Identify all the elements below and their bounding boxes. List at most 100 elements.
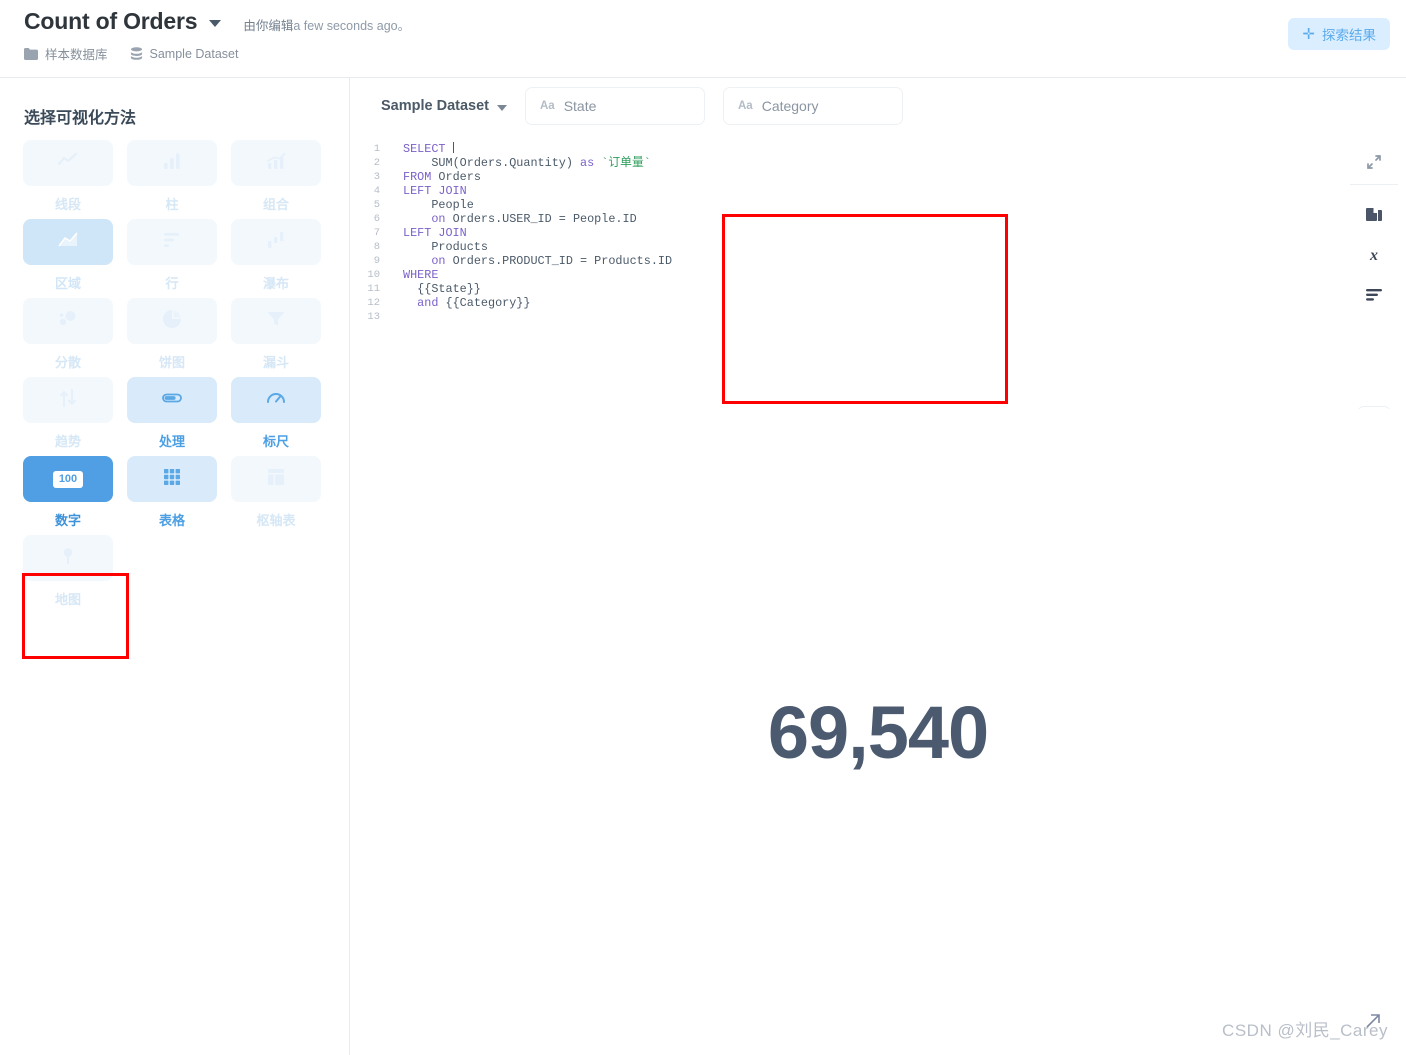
map-pin-icon [57,545,79,572]
viz-option-combo-chart[interactable]: 组合 [230,140,322,213]
viz-option-bar-chart[interactable]: 柱 [126,140,218,213]
editor-icon-rail: x [1350,142,1398,315]
viz-tile[interactable] [23,298,113,344]
viz-option-line-chart[interactable]: 线段 [22,140,114,213]
line-number: 3 [350,170,380,184]
viz-option-map-pin[interactable]: 地图 [22,535,114,608]
viz-option-scatter[interactable]: 分散 [22,298,114,371]
variable-name-state: State [564,98,597,114]
viz-option-label: 行 [165,273,178,292]
progress-icon [161,387,183,414]
trend-icon [57,387,79,414]
viz-tile[interactable]: 100 [23,456,113,502]
viz-option-pie-chart[interactable]: 饼图 [126,298,218,371]
viz-tile[interactable] [231,219,321,265]
explore-results-button[interactable]: ✛ 探索结果 [1288,18,1390,50]
viz-tile[interactable] [127,219,217,265]
viz-tile[interactable] [231,298,321,344]
format-text-icon[interactable] [1354,275,1394,315]
variable-chip-category[interactable]: Aa Category [723,87,903,125]
sql-code-text[interactable]: SELECT SUM(Orders.Quantity) as `订单量` FRO… [380,134,672,324]
line-number: 4 [350,184,380,198]
viz-tile[interactable] [231,377,321,423]
variables-icon[interactable]: x [1354,235,1394,275]
viz-option-area-chart[interactable]: 区域 [22,219,114,292]
visualization-sidebar: 选择可视化方法 线段柱组合区域行瀑布分散饼图漏斗趋势处理标尺100数字表格枢轴表… [0,78,349,1055]
chevron-down-icon[interactable] [209,20,221,27]
number-100-icon: 100 [53,471,83,488]
viz-option-label: 枢轴表 [256,510,295,529]
line-number: 9 [350,254,380,268]
breadcrumb: 样本数据库 Sample Dataset [24,44,238,63]
collapse-editor-icon[interactable] [1354,142,1394,182]
viz-tile[interactable] [127,377,217,423]
sql-code-area[interactable]: 12345678910111213 SELECT SUM(Orders.Quan… [350,134,672,324]
viz-option-trend[interactable]: 趋势 [22,377,114,450]
datasource-picker[interactable]: Sample Dataset [381,98,507,114]
viz-tile[interactable] [23,140,113,186]
edit-note-en: a few seconds ago。 [293,19,410,33]
breadcrumb-database[interactable]: 样本数据库 [24,44,108,63]
viz-tile[interactable] [127,140,217,186]
line-number: 6 [350,212,380,226]
viz-option-label: 分散 [55,352,81,371]
scatter-icon [57,308,79,335]
viz-option-label: 趋势 [55,431,81,450]
waterfall-icon [265,229,287,256]
text-type-icon: Aa [738,100,753,112]
line-number: 8 [350,240,380,254]
edit-timestamp: 由你编辑a few seconds ago。 [243,15,410,34]
page-title: Count of Orders [24,8,197,35]
line-number-gutter: 12345678910111213 [350,134,380,324]
explore-results-label: 探索结果 [1322,24,1376,44]
scalar-value: 69,540 [768,690,988,775]
line-number: 10 [350,268,380,282]
viz-tile[interactable] [23,535,113,581]
variable-chip-state[interactable]: Aa State [525,87,705,125]
viz-option-label: 组合 [263,194,289,213]
viz-tile[interactable] [127,298,217,344]
funnel-icon [265,308,287,335]
breadcrumb-database-label: 样本数据库 [45,44,108,63]
combo-chart-icon [265,150,287,177]
viz-tile[interactable] [231,140,321,186]
viz-option-label: 数字 [55,510,81,529]
viz-option-gauge[interactable]: 标尺 [230,377,322,450]
datasource-bar: Sample Dataset Aa State Aa Category [350,78,1406,134]
main-panel: Sample Dataset Aa State Aa Category 1234… [350,78,1406,1055]
viz-option-number-100[interactable]: 100 数字 [22,456,114,529]
viz-option-label: 饼图 [159,352,185,371]
question-title-row: Count of Orders 由你编辑a few seconds ago。 [24,8,410,35]
viz-option-progress[interactable]: 处理 [126,377,218,450]
line-number: 7 [350,226,380,240]
viz-tile[interactable] [231,456,321,502]
viz-option-label: 区域 [55,273,81,292]
viz-option-waterfall[interactable]: 瀑布 [230,219,322,292]
bar-chart-icon [161,150,183,177]
watermark-arrow-icon [1360,1008,1386,1039]
row-chart-icon [161,229,183,256]
database-icon [130,47,143,60]
viz-option-label: 柱 [165,194,178,213]
viz-option-label: 地图 [55,589,81,608]
area-chart-icon [57,229,79,256]
viz-option-funnel[interactable]: 漏斗 [230,298,322,371]
folder-icon [24,48,38,60]
viz-tile[interactable] [23,377,113,423]
rail-divider [1350,184,1398,185]
reference-book-icon[interactable] [1354,195,1394,235]
viz-option-row-chart[interactable]: 行 [126,219,218,292]
viz-option-label: 瀑布 [263,273,289,292]
viz-option-pivot-table[interactable]: 枢轴表 [230,456,322,529]
pivot-table-icon [265,466,287,493]
breadcrumb-dataset[interactable]: Sample Dataset [130,47,239,61]
line-number: 5 [350,198,380,212]
viz-option-table-grid[interactable]: 表格 [126,456,218,529]
viz-tile[interactable] [23,219,113,265]
line-number: 11 [350,282,380,296]
visualization-grid: 线段柱 组合区域 行 瀑布分散 饼图 漏斗趋势 处理标尺 100 数字 表格枢轴表地图 [22,140,322,608]
viz-tile[interactable] [127,456,217,502]
breadcrumb-dataset-label: Sample Dataset [150,47,239,61]
datasource-label: Sample Dataset [381,98,489,114]
chevron-down-icon [497,105,507,111]
